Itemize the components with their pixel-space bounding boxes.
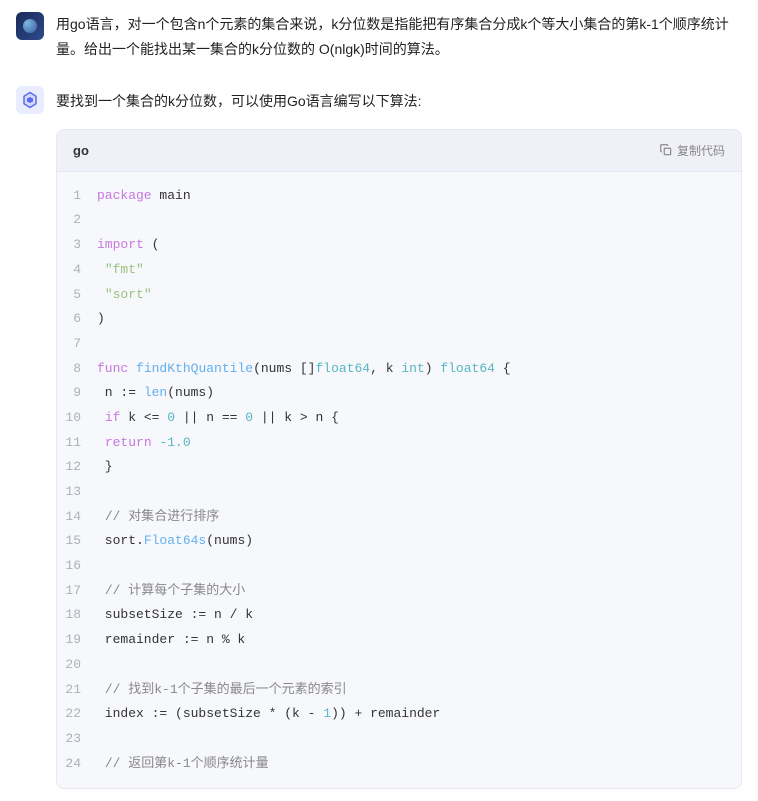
line-content: } (97, 455, 741, 480)
line-content: package main (97, 184, 741, 209)
line-content (97, 208, 741, 233)
code-line: 12 } (57, 455, 741, 480)
line-number: 21 (57, 678, 97, 703)
line-content (97, 332, 741, 357)
code-line: 10 if k <= 0 || n == 0 || k > n { (57, 406, 741, 431)
hexagon-icon (21, 91, 39, 109)
ai-avatar-icon (16, 86, 44, 114)
code-line: 16 (57, 554, 741, 579)
line-number: 3 (57, 233, 97, 258)
code-line: 1package main (57, 184, 741, 209)
code-header: go 复制代码 (57, 130, 741, 172)
ai-intro-text: 要找到一个集合的k分位数，可以使用Go语言编写以下算法: (56, 90, 742, 112)
user-message-row: 用go语言，对一个包含n个元素的集合来说，k分位数是指能把有序集合分成k个等大小… (16, 12, 742, 62)
line-number: 7 (57, 332, 97, 357)
line-number: 11 (57, 431, 97, 456)
code-line: 19 remainder := n % k (57, 628, 741, 653)
user-message-text: 用go语言，对一个包含n个元素的集合来说，k分位数是指能把有序集合分成k个等大小… (56, 12, 742, 62)
line-content (97, 727, 741, 752)
line-number: 10 (57, 406, 97, 431)
line-content: subsetSize := n / k (97, 603, 741, 628)
copy-icon (659, 143, 673, 157)
code-line: 20 (57, 653, 741, 678)
line-content: sort.Float64s(nums) (97, 529, 741, 554)
line-content: // 找到k-1个子集的最后一个元素的索引 (97, 678, 741, 703)
copy-label: 复制代码 (677, 142, 725, 159)
line-number: 2 (57, 208, 97, 233)
code-line: 3import ( (57, 233, 741, 258)
line-number: 8 (57, 357, 97, 382)
line-content: ) (97, 307, 741, 332)
code-line: 15 sort.Float64s(nums) (57, 529, 741, 554)
code-line: 5 "sort" (57, 283, 741, 308)
copy-code-button[interactable]: 复制代码 (659, 142, 725, 159)
line-number: 22 (57, 702, 97, 727)
line-content: // 计算每个子集的大小 (97, 579, 741, 604)
code-line: 6) (57, 307, 741, 332)
code-language-label: go (73, 143, 89, 158)
ai-content: 要找到一个集合的k分位数，可以使用Go语言编写以下算法: go 复制代码 1pa… (56, 86, 742, 789)
code-body[interactable]: 1package main23import (4 "fmt"5 "sort"6)… (57, 172, 741, 789)
line-number: 13 (57, 480, 97, 505)
line-content: remainder := n % k (97, 628, 741, 653)
user-avatar-icon (16, 12, 44, 40)
line-number: 6 (57, 307, 97, 332)
code-line: 4 "fmt" (57, 258, 741, 283)
code-line: 17 // 计算每个子集的大小 (57, 579, 741, 604)
line-content: return -1.0 (97, 431, 741, 456)
line-number: 20 (57, 653, 97, 678)
line-content: "fmt" (97, 258, 741, 283)
line-number: 14 (57, 505, 97, 530)
line-content: // 对集合进行排序 (97, 505, 741, 530)
code-block: go 复制代码 1package main23import (4 "fmt"5 … (56, 129, 742, 790)
line-content: "sort" (97, 283, 741, 308)
code-line: 24 // 返回第k-1个顺序统计量 (57, 752, 741, 777)
line-content (97, 480, 741, 505)
line-number: 16 (57, 554, 97, 579)
line-content (97, 554, 741, 579)
line-number: 19 (57, 628, 97, 653)
line-number: 5 (57, 283, 97, 308)
line-content: import ( (97, 233, 741, 258)
code-line: 9 n := len(nums) (57, 381, 741, 406)
code-line: 13 (57, 480, 741, 505)
code-line: 7 (57, 332, 741, 357)
code-line: 2 (57, 208, 741, 233)
line-number: 23 (57, 727, 97, 752)
code-line: 23 (57, 727, 741, 752)
code-line: 11 return -1.0 (57, 431, 741, 456)
line-content (97, 653, 741, 678)
code-line: 8func findKthQuantile(nums []float64, k … (57, 357, 741, 382)
line-number: 12 (57, 455, 97, 480)
code-line: 21 // 找到k-1个子集的最后一个元素的索引 (57, 678, 741, 703)
line-number: 1 (57, 184, 97, 209)
line-content: index := (subsetSize * (k - 1)) + remain… (97, 702, 741, 727)
line-number: 24 (57, 752, 97, 777)
line-content: n := len(nums) (97, 381, 741, 406)
line-content: if k <= 0 || n == 0 || k > n { (97, 406, 741, 431)
code-line: 22 index := (subsetSize * (k - 1)) + rem… (57, 702, 741, 727)
line-number: 17 (57, 579, 97, 604)
line-number: 9 (57, 381, 97, 406)
code-line: 14 // 对集合进行排序 (57, 505, 741, 530)
line-number: 15 (57, 529, 97, 554)
line-number: 4 (57, 258, 97, 283)
line-content: func findKthQuantile(nums []float64, k i… (97, 357, 741, 382)
line-content: // 返回第k-1个顺序统计量 (97, 752, 741, 777)
ai-message-row: 要找到一个集合的k分位数，可以使用Go语言编写以下算法: go 复制代码 1pa… (16, 86, 742, 789)
code-line: 18 subsetSize := n / k (57, 603, 741, 628)
line-number: 18 (57, 603, 97, 628)
